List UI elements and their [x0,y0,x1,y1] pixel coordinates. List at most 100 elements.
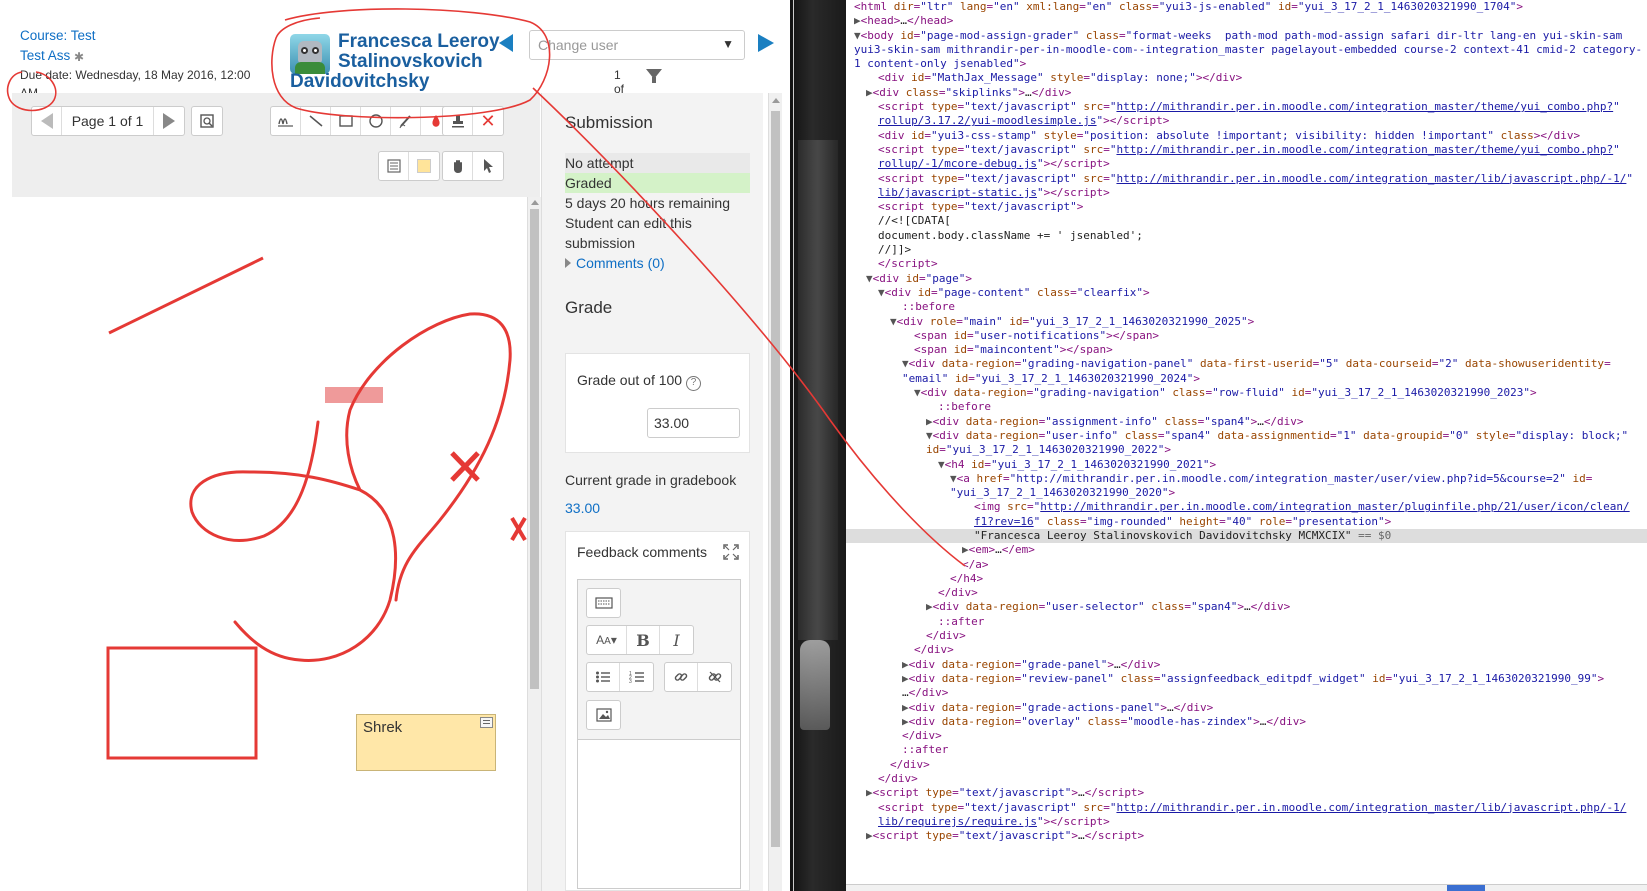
grade-label: Grade out of 100? [577,372,702,391]
grade-input[interactable]: 33.00 [647,408,740,438]
dom-node[interactable]: ▶<div class="skiplinks">…</div> [846,86,1647,100]
submission-title: Submission [565,113,653,132]
dom-node[interactable]: ▶<div data-region="review-panel" class="… [846,672,1647,686]
dom-node[interactable]: ▼<div id="page"> [846,272,1647,286]
dom-node[interactable]: ::after [846,743,1647,757]
note-text: Shrek [363,719,403,736]
dom-node[interactable]: ▼<div id="page-content" class="clearfix"… [846,286,1647,300]
dom-node[interactable]: "yui_3_17_2_1_1463020321990_2020"> [846,486,1647,500]
caret-down-icon: ▼ [722,37,734,51]
annotation-comment-note[interactable]: Shrek [356,714,496,771]
annotation-cross-stamp[interactable] [450,451,480,482]
dom-node[interactable]: <span id="user-notifications"></span> [846,329,1647,343]
dom-node[interactable]: <script type="text/javascript"> [846,200,1647,214]
comments-link[interactable]: Comments (0) [576,255,665,271]
dom-node[interactable]: </h4> [846,572,1647,586]
dom-node[interactable]: ▶<script type="text/javascript">…</scrip… [846,786,1647,800]
gradebook-value[interactable]: 33.00 [565,500,600,516]
dom-node[interactable]: ▼<div data-region="grading-navigation-pa… [846,357,1647,371]
dom-node[interactable]: ▼<body id="page-mod-assign-grader" class… [846,29,1647,43]
dom-node[interactable]: yui3-skin-sam mithrandir-per-in-moodle-c… [846,43,1647,57]
devtools-elements-panel: <html dir="ltr" lang="en" xml:lang="en" … [846,0,1647,891]
dom-node[interactable]: ▶<div data-region="assignment-info" clas… [846,415,1647,429]
dom-node[interactable]: <img src="http://mithrandir.per.in.moodl… [846,500,1647,514]
dom-node[interactable]: ::before [846,300,1647,314]
dom-node[interactable]: f1?rev=16" class="img-rounded" height="4… [846,515,1647,529]
dom-node[interactable]: </div> [846,772,1647,786]
dom-tree: <html dir="ltr" lang="en" xml:lang="en" … [846,0,1647,844]
annotation-freehand[interactable] [189,312,512,662]
dom-node[interactable]: ▼<h4 id="yui_3_17_2_1_1463020321990_2021… [846,458,1647,472]
dom-node[interactable]: <span id="maincontent"></span> [846,343,1647,357]
next-user-arrow-icon[interactable] [758,34,774,52]
note-menu-icon[interactable] [480,717,493,728]
dom-node[interactable]: ▶<em>…</em> [846,543,1647,557]
link-button[interactable] [665,663,698,691]
dom-node[interactable]: </div> [846,758,1647,772]
bold-button[interactable]: B [627,626,660,654]
dom-node[interactable]: ▶<div data-region="user-selector" class=… [846,600,1647,614]
dom-node[interactable]: …</div> [846,686,1647,700]
filter-icon[interactable] [646,69,662,83]
dom-node[interactable]: document.body.className += ' jsenabled'; [846,229,1647,243]
dom-node[interactable]: lib/requirejs/require.js"></script> [846,815,1647,829]
dom-node[interactable]: ::before [846,400,1647,414]
dom-node[interactable]: ▶<div data-region="grade-panel">…</div> [846,658,1647,672]
dom-node[interactable]: id="yui_3_17_2_1_1463020321990_2022"> [846,443,1647,457]
dom-node[interactable]: <script type="text/javascript" src="http… [846,172,1647,186]
dom-node[interactable]: <script type="text/javascript" src="http… [846,801,1647,815]
dom-node[interactable]: ▼<div data-region="grading-navigation" c… [846,386,1647,400]
dom-node[interactable]: "email" id="yui_3_17_2_1_1463020321990_2… [846,372,1647,386]
dom-node[interactable]: 1 content-only jsenabled"> [846,57,1647,71]
dom-node[interactable]: //]]> [846,243,1647,257]
link-group [664,662,732,692]
dom-node[interactable]: rollup/3.17.2/yui-moodlesimple.js"></scr… [846,114,1647,128]
dom-node[interactable]: <div id="yui3-css-stamp" style="position… [846,129,1647,143]
dom-node[interactable]: <script type="text/javascript" src="http… [846,100,1647,114]
dom-node[interactable]: ▶<head>…</head> [846,14,1647,28]
image-icon [595,708,612,722]
dom-node[interactable]: lib/javascript-static.js"></script> [846,186,1647,200]
bullet-list-button[interactable] [587,663,620,691]
submission-status: No attempt Graded 5 days 20 hours remain… [565,153,750,273]
grade-title: Grade [565,298,613,317]
dom-node[interactable]: ▶<script type="text/javascript">…</scrip… [846,829,1647,843]
expand-triangle-icon [565,258,571,268]
editor-content-area[interactable] [578,740,740,888]
change-user-select[interactable]: Change user ▼ [529,30,745,60]
dom-node[interactable]: </div> [846,629,1647,643]
paragraph-style-button[interactable]: AA▾ [587,626,627,654]
annotation-rectangle[interactable] [106,646,258,760]
review-scrollbar[interactable] [768,93,782,891]
dom-node[interactable]: </script> [846,257,1647,271]
expand-icon[interactable] [723,544,739,560]
dom-node[interactable]: ▶<div data-region="grade-actions-panel">… [846,701,1647,715]
insert-image-button[interactable] [587,701,620,729]
feedback-editor: AA▾ B I 123 [577,579,741,889]
dom-node[interactable]: ▼<div data-region="user-info" class="spa… [846,429,1647,443]
help-icon[interactable]: ? [686,376,702,391]
dom-node-selected[interactable]: "Francesca Leeroy Stalinovskovich Davido… [846,528,1647,544]
unlink-button[interactable] [698,663,731,691]
dom-node[interactable]: <div id="MathJax_Message" style="display… [846,71,1647,85]
dom-node[interactable]: ▶<div data-region="overlay" class="moodl… [846,715,1647,729]
toolbar-toggle-button[interactable] [587,589,620,617]
annotation-cross-stamp-partial[interactable] [510,516,527,542]
italic-button[interactable]: I [660,626,693,654]
dom-node[interactable]: </a> [846,558,1647,572]
comments-toggle[interactable]: Comments (0) [565,253,750,273]
dom-node[interactable]: <script type="text/javascript" src="http… [846,143,1647,157]
dom-node[interactable]: <html dir="ltr" lang="en" xml:lang="en" … [846,0,1647,14]
dom-node[interactable]: ::after [846,615,1647,629]
numbered-list-button[interactable]: 123 [620,663,653,691]
grade-label-text: Grade out of 100 [577,372,683,388]
dom-node[interactable]: ▼<div role="main" id="yui_3_17_2_1_14630… [846,315,1647,329]
dom-node[interactable]: rollup/-1/mcore-debug.js"></script> [846,157,1647,171]
annotation-line[interactable] [108,256,264,335]
dom-node[interactable]: </div> [846,586,1647,600]
dom-node[interactable]: //<![CDATA[ [846,214,1647,228]
feedback-comments-box: Feedback comments AA▾ B I 123 [565,531,750,891]
dom-node[interactable]: </div> [846,729,1647,743]
dom-node[interactable]: </div> [846,643,1647,657]
dom-node[interactable]: ▼<a href="http://mithrandir.per.in.moodl… [846,472,1647,486]
